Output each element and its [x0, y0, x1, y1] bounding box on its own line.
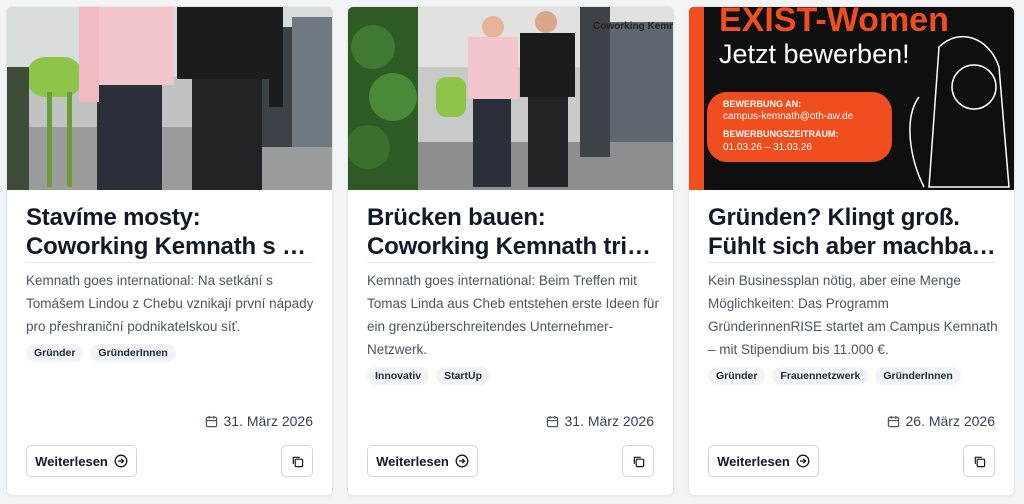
tag-innovativ[interactable]: Innovativ [367, 367, 430, 385]
tag-list: Gründer Frauennetzwerk GründerInnen [708, 367, 961, 385]
poster-label-1: BEWERBUNG AN: [723, 99, 802, 109]
read-more-label: Weiterlesen [35, 453, 108, 469]
coworking-sign: Coworking Kemnath [593, 21, 673, 32]
blog-card[interactable]: Stavíme mosty: Coworking Kemnath s Tomáš… [6, 6, 333, 496]
blog-card[interactable]: Coworking Kemnath Brücken bauen: Coworki… [347, 6, 674, 496]
calendar-icon [546, 415, 558, 427]
read-more-label: Weiterlesen [376, 453, 449, 469]
divider [367, 262, 654, 263]
read-more-button[interactable]: Weiterlesen [708, 445, 819, 477]
card-image[interactable]: Coworking Kemnath [348, 7, 673, 190]
divider [708, 262, 995, 263]
card-image[interactable] [7, 7, 332, 190]
copy-link-button[interactable] [963, 445, 995, 477]
card-title-line1[interactable]: Gründen? Klingt groß. [708, 203, 998, 232]
tag-gruenderinnen[interactable]: GründerInnen [90, 344, 176, 362]
arrow-circle-right-icon [114, 454, 128, 468]
arrow-circle-right-icon [796, 454, 810, 468]
card-title-line1[interactable]: Brücken bauen: [367, 203, 657, 232]
copy-icon [974, 456, 985, 467]
copy-link-button[interactable] [622, 445, 654, 477]
card-excerpt: Kemnath goes international: Na setkání s… [26, 273, 314, 334]
read-more-button[interactable]: Weiterlesen [26, 445, 137, 477]
divider [26, 262, 313, 263]
blog-card-grid: Stavíme mosty: Coworking Kemnath s Tomáš… [6, 6, 1015, 496]
calendar-icon [205, 415, 217, 427]
card-title[interactable]: Stavíme mosty: Coworking Kemnath s Tomáš… [26, 203, 316, 261]
copy-icon [292, 456, 303, 467]
date-text: 31. März 2026 [223, 413, 314, 429]
poster-headline: EXIST-Women [719, 7, 949, 39]
card-title-line2[interactable]: Coworking Kemnath trifft Tomas Linda [367, 232, 657, 261]
tag-list: Innovativ StartUp [367, 367, 491, 385]
poster-label-2: BEWERBUNGSZEITRAUM: [723, 129, 839, 139]
publish-date: 26. März 2026 [887, 413, 996, 429]
tag-gruender[interactable]: Gründer [708, 367, 766, 385]
card-title[interactable]: Brücken bauen: Coworking Kemnath trifft … [367, 203, 657, 261]
tag-startup[interactable]: StartUp [436, 367, 491, 385]
publish-date: 31. März 2026 [205, 413, 314, 429]
card-title-line1[interactable]: Stavíme mosty: [26, 203, 316, 232]
tag-gruenderinnen[interactable]: GründerInnen [875, 367, 961, 385]
tag-list: Gründer GründerInnen [26, 344, 176, 362]
tag-frauennetzwerk[interactable]: Frauennetzwerk [772, 367, 869, 385]
read-more-label: Weiterlesen [717, 453, 790, 469]
publish-date: 31. März 2026 [546, 413, 655, 429]
card-title-line2[interactable]: Coworking Kemnath s Tomášem Lindou [26, 232, 316, 261]
card-title-line2[interactable]: Fühlt sich aber machbar an. [708, 232, 998, 261]
card-excerpt: Kemnath goes international: Beim Treffen… [367, 273, 659, 357]
arrow-circle-right-icon [455, 454, 469, 468]
copy-icon [633, 456, 644, 467]
read-more-button[interactable]: Weiterlesen [367, 445, 478, 477]
date-text: 26. März 2026 [905, 413, 996, 429]
card-excerpt: Kein Businessplan nötig, aber eine Menge… [708, 273, 998, 357]
tag-gruender[interactable]: Gründer [26, 344, 84, 362]
poster-email: campus-kemnath@oth-aw.de [723, 111, 854, 122]
date-text: 31. März 2026 [564, 413, 655, 429]
card-title[interactable]: Gründen? Klingt groß. Fühlt sich aber ma… [708, 203, 998, 261]
card-image[interactable]: EXIST-Women Jetzt bewerben! BEWERBUNG AN… [689, 7, 1014, 190]
calendar-icon [887, 415, 899, 427]
blog-card[interactable]: EXIST-Women Jetzt bewerben! BEWERBUNG AN… [688, 6, 1015, 496]
copy-link-button[interactable] [281, 445, 313, 477]
poster-subline: Jetzt bewerben! [719, 39, 910, 69]
poster-period: 01.03.26 – 31.03.26 [723, 142, 812, 153]
